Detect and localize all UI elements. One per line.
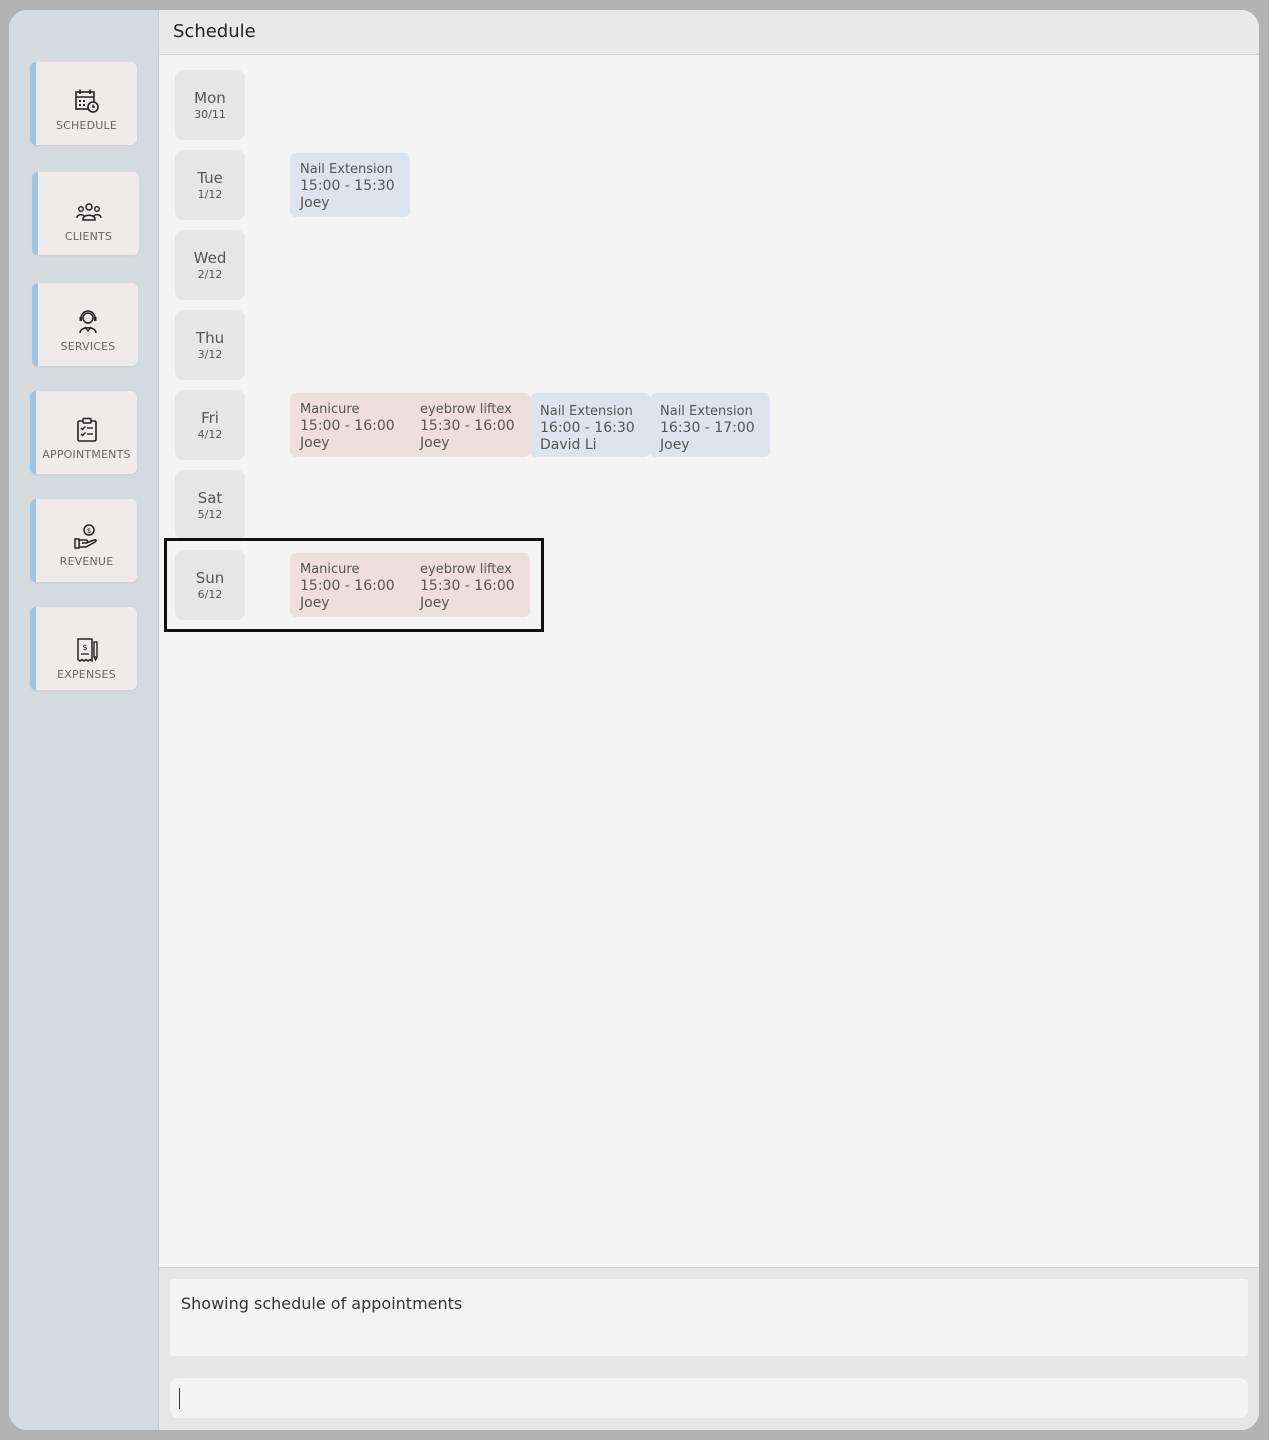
appointment-staff: Joey [420,435,450,451]
appointment-staff: Joey [300,195,330,211]
appointment-service: Nail Extension [540,404,633,419]
appointment-service: Nail Extension [660,404,753,419]
group-icon [75,203,102,221]
appointment-time: 15:30 - 16:00 [420,418,515,434]
appointment-card[interactable]: eyebrow liftex 15:30 - 16:00 Joey [410,393,530,457]
appointment-staff: Joey [660,437,690,453]
app-window: SCHEDULE CLIENTS SERVICES APPOINTMENTS $… [9,10,1259,1430]
day-name: Wed [193,249,227,267]
sidebar-item-label: SERVICES [60,340,116,353]
sidebar-item-clients[interactable]: CLIENTS [32,172,139,255]
header: Schedule [159,10,1259,55]
day-date: 30/11 [194,108,226,121]
appointment-time: 16:30 - 17:00 [660,420,755,436]
day-name: Mon [194,89,226,107]
day-label-mon: Mon 30/11 [175,70,245,140]
appointment-time: 16:00 - 16:30 [540,420,635,436]
day-name: Sat [197,489,223,507]
sidebar-item-label: CLIENTS [64,230,113,243]
sidebar-item-appointments[interactable]: APPOINTMENTS [30,391,137,474]
appointment-time: 15:00 - 16:00 [300,418,395,434]
sidebar-item-services[interactable]: SERVICES [32,283,138,366]
appointment-service: eyebrow liftex [420,402,512,417]
sidebar-item-label: REVENUE [59,555,114,568]
clipboard-check-icon [76,417,97,442]
calendar-clock-icon [74,89,99,113]
day-label-wed: Wed 2/12 [175,230,245,300]
sidebar-item-schedule[interactable]: SCHEDULE [30,62,137,145]
sidebar-item-label: SCHEDULE [55,119,118,132]
day-label-tue: Tue 1/12 [175,150,245,220]
day-label-fri: Fri 4/12 [175,390,245,460]
sidebar-item-label: APPOINTMENTS [42,448,131,461]
result-display: Showing schedule of appointments [170,1279,1248,1356]
appointment-service: Manicure [300,402,360,417]
day-label-thu: Thu 3/12 [175,310,245,380]
page-title: Schedule [173,21,256,42]
day-label-sat: Sat 5/12 [175,470,245,540]
day-name: Fri [201,409,219,427]
day-date: 1/12 [197,188,223,201]
appointment-card[interactable]: Nail Extension 16:30 - 17:00 Joey [650,393,770,457]
sidebar: SCHEDULE CLIENTS SERVICES APPOINTMENTS $… [9,10,158,1430]
result-text: Showing schedule of appointments [181,1294,463,1313]
svg-text:$: $ [82,643,87,652]
day-date: 2/12 [197,268,223,281]
svg-text:$: $ [86,527,90,535]
text-caret [179,1388,180,1409]
appointment-card[interactable]: Nail Extension 15:00 - 15:30 Joey [290,153,410,217]
selection-highlight [164,538,544,632]
receipt-pen-icon: $ [76,638,98,663]
day-name: Thu [195,329,225,347]
main-panel: Schedule Mon 30/11 Tue 1/12 Wed 2/12 Thu… [158,10,1259,1430]
appointment-card[interactable]: Nail Extension 16:00 - 16:30 David Li [530,393,650,457]
appointment-card[interactable]: Manicure 15:00 - 16:00 Joey [290,393,410,457]
sidebar-item-expenses[interactable]: $ EXPENSES [30,607,137,690]
headset-person-icon [79,310,97,334]
day-date: 5/12 [197,508,223,521]
sidebar-item-label: EXPENSES [57,668,116,681]
day-name: Tue [197,169,223,187]
sidebar-item-revenue[interactable]: $ REVENUE [30,499,137,582]
appointment-staff: David Li [540,437,597,453]
appointment-staff: Joey [300,435,330,451]
day-date: 4/12 [197,428,223,441]
hand-coin-icon: $ [73,524,97,549]
day-date: 3/12 [197,348,223,361]
command-caret-wrap [170,1378,1248,1418]
appointment-time: 15:00 - 15:30 [300,178,395,194]
appointment-service: Nail Extension [300,162,393,177]
